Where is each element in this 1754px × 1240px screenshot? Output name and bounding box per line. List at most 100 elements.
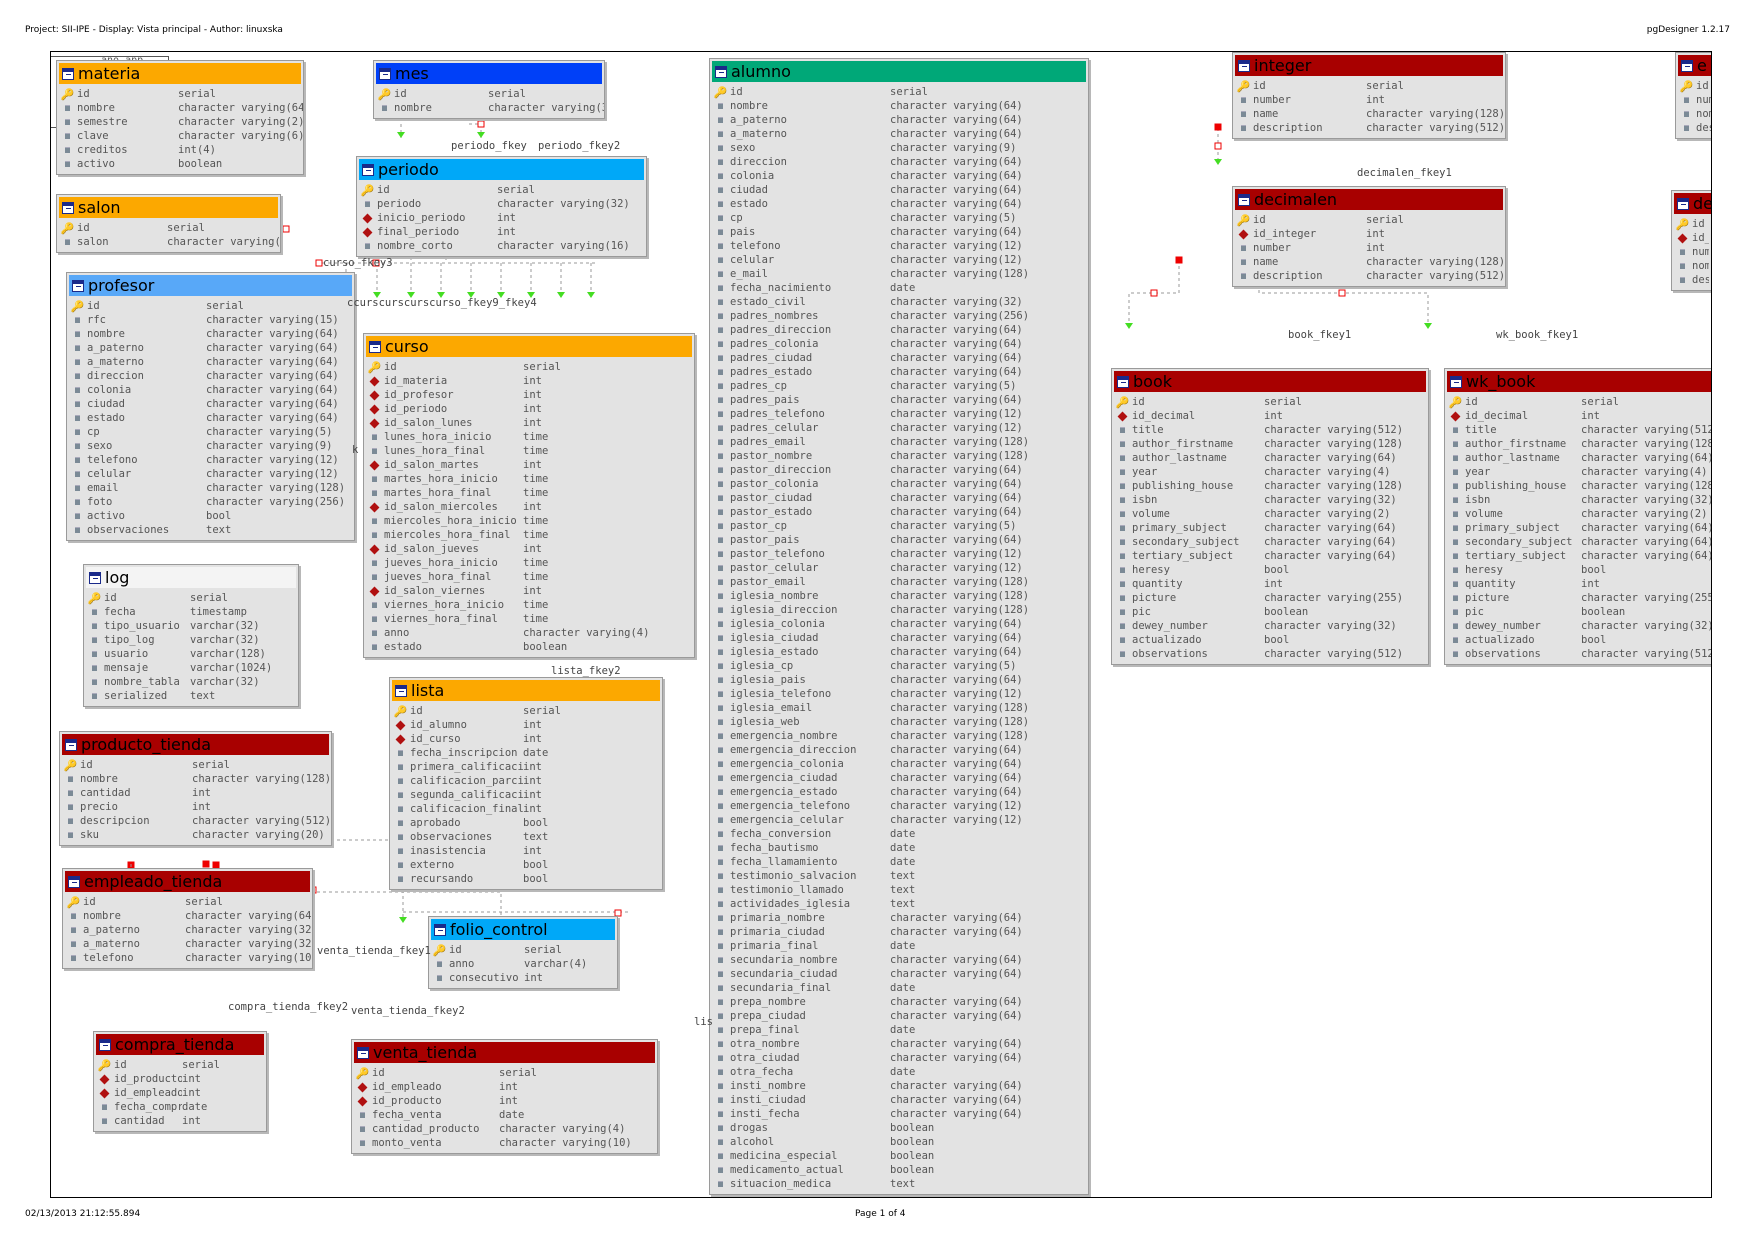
field-row[interactable]: volume character varying(2)	[1445, 507, 1711, 521]
field-row[interactable]: picture character varying(255)	[1445, 591, 1711, 605]
field-row[interactable]: padres_estado character varying(64)	[710, 365, 1088, 379]
field-row[interactable]: ciudad character varying(64)	[710, 183, 1088, 197]
field-row[interactable]: fecha_venta date	[352, 1108, 657, 1122]
field-row[interactable]: emergencia_ciudad character varying(64)	[710, 771, 1088, 785]
field-row[interactable]: tertiary_subject character varying(64)	[1112, 549, 1428, 563]
field-row[interactable]: volume character varying(2)	[1112, 507, 1428, 521]
field-row[interactable]: calificacion_final int	[390, 802, 662, 816]
field-row[interactable]: monto_venta character varying(10)	[352, 1136, 657, 1150]
table-profesor[interactable]: profesor 🔑 id serial rfc character varying(15…	[66, 272, 355, 541]
table-partial-top[interactable]: e🔑idnumnomdes	[1675, 52, 1711, 139]
table-folio-control[interactable]: folio_control 🔑 id serial anno varchar(4) cons…	[428, 916, 618, 989]
table-header[interactable]: e	[1678, 55, 1711, 76]
field-row[interactable]: id_salon_miercoles int	[364, 500, 694, 514]
table-alumno[interactable]: alumno 🔑 id serial nombre character varying(6…	[709, 58, 1089, 1195]
field-row[interactable]: nom	[1676, 107, 1711, 121]
field-row[interactable]: fecha_llamamiento date	[710, 855, 1088, 869]
field-row[interactable]: heresy bool	[1445, 563, 1711, 577]
table-header[interactable]: decimalen	[1235, 189, 1503, 210]
field-row[interactable]: otra_ciudad character varying(64)	[710, 1051, 1088, 1065]
field-row[interactable]: actividades_iglesia text	[710, 897, 1088, 911]
field-row[interactable]: estado_civil character varying(32)	[710, 295, 1088, 309]
field-row[interactable]: 🔑 id	[1672, 217, 1711, 231]
field-row[interactable]: serialized text	[84, 689, 298, 703]
field-row[interactable]: 🔑 id serial	[352, 1066, 657, 1080]
field-row[interactable]: sku character varying(20)	[60, 828, 331, 842]
field-row[interactable]: 🔑 id serial	[94, 1058, 266, 1072]
table-periodo[interactable]: periodo 🔑 id serial periodo character varying…	[356, 156, 647, 257]
table-integer[interactable]: integer 🔑 id serial number int name character v…	[1232, 52, 1506, 139]
field-row[interactable]: number int	[1233, 93, 1505, 107]
field-row[interactable]: martes_hora_final time	[364, 486, 694, 500]
field-row[interactable]: heresy bool	[1112, 563, 1428, 577]
field-row[interactable]: celular character varying(12)	[710, 253, 1088, 267]
table-header[interactable]: materia	[59, 63, 301, 84]
field-row[interactable]: tipo_log varchar(32)	[84, 633, 298, 647]
field-row[interactable]: insti_ciudad character varying(64)	[710, 1093, 1088, 1107]
field-row[interactable]: 🔑 id serial	[1112, 395, 1428, 409]
field-row[interactable]: id_	[1672, 231, 1711, 245]
field-row[interactable]: padres_ciudad character varying(64)	[710, 351, 1088, 365]
field-row[interactable]: miercoles_hora_inicio time	[364, 514, 694, 528]
field-row[interactable]: secondary_subject character varying(64)	[1445, 535, 1711, 549]
field-row[interactable]: nombre character varying(32)	[374, 101, 604, 115]
field-row[interactable]: padres_email character varying(128)	[710, 435, 1088, 449]
field-row[interactable]: 🔑 id serial	[390, 704, 662, 718]
field-row[interactable]: prepa_final date	[710, 1023, 1088, 1037]
field-row[interactable]: e_mail character varying(128)	[710, 267, 1088, 281]
field-row[interactable]: emergencia_nombre character varying(128)	[710, 729, 1088, 743]
field-row[interactable]: iglesia_estado character varying(64)	[710, 645, 1088, 659]
field-row[interactable]: viernes_hora_final time	[364, 612, 694, 626]
field-row[interactable]: 🔑 id serial	[57, 87, 303, 101]
field-row[interactable]: colonia character varying(64)	[710, 169, 1088, 183]
field-row[interactable]: estado boolean	[364, 640, 694, 654]
diagram-canvas[interactable]: ano_app materia🔑idserialnombrecharacter …	[50, 51, 1712, 1198]
field-row[interactable]: insti_nombre character varying(64)	[710, 1079, 1088, 1093]
table-header[interactable]: log	[86, 567, 296, 588]
field-row[interactable]: isbn character varying(32)	[1445, 493, 1711, 507]
field-row[interactable]: email character varying(128)	[67, 481, 354, 495]
field-row[interactable]: 🔑 id serial	[1233, 79, 1505, 93]
field-row[interactable]: nombre character varying(64)	[63, 909, 312, 923]
table-mes[interactable]: mes🔑id serial nombre character varying(32)	[373, 60, 605, 119]
field-row[interactable]: 🔑 id serial	[60, 758, 331, 772]
field-row[interactable]: testimonio_llamado text	[710, 883, 1088, 897]
field-row[interactable]: periodo character varying(32)	[357, 197, 646, 211]
field-row[interactable]: medicamento_actual boolean	[710, 1163, 1088, 1177]
field-row[interactable]: pastor_telefono character varying(12)	[710, 547, 1088, 561]
field-row[interactable]: quantity int	[1112, 577, 1428, 591]
field-row[interactable]: pastor_colonia character varying(64)	[710, 477, 1088, 491]
field-row[interactable]: nombre_tabla varchar(32)	[84, 675, 298, 689]
field-row[interactable]: pastor_email character varying(128)	[710, 575, 1088, 589]
field-row[interactable]: name character varying(128)	[1233, 255, 1505, 269]
field-row[interactable]: colonia character varying(64)	[67, 383, 354, 397]
field-row[interactable]: descripcion character varying(512)	[60, 814, 331, 828]
field-row[interactable]: iglesia_ciudad character varying(64)	[710, 631, 1088, 645]
field-row[interactable]: id_alumno int	[390, 718, 662, 732]
field-row[interactable]: 🔑 id serial	[1445, 395, 1711, 409]
field-row[interactable]: padres_direccion character varying(64)	[710, 323, 1088, 337]
field-row[interactable]: activo bool	[67, 509, 354, 523]
field-row[interactable]: iglesia_pais character varying(64)	[710, 673, 1088, 687]
table-salon[interactable]: salon🔑id serial salon character varying(64)	[56, 194, 281, 253]
field-row[interactable]: pastor_direccion character varying(64)	[710, 463, 1088, 477]
field-row[interactable]: num	[1672, 245, 1711, 259]
field-row[interactable]: telefono character varying(10)	[63, 951, 312, 965]
field-row[interactable]: consecutivo int	[429, 971, 617, 985]
field-row[interactable]: semestre character varying(2)	[57, 115, 303, 129]
field-row[interactable]: nombre character varying(64)	[67, 327, 354, 341]
field-row[interactable]: id_empleado int	[94, 1086, 266, 1100]
field-row[interactable]: primary_subject character varying(64)	[1112, 521, 1428, 535]
field-row[interactable]: padres_nombres character varying(256)	[710, 309, 1088, 323]
field-row[interactable]: 🔑 id serial	[357, 183, 646, 197]
field-row[interactable]: padres_telefono character varying(12)	[710, 407, 1088, 421]
field-row[interactable]: secundaria_ciudad character varying(64)	[710, 967, 1088, 981]
table-header[interactable]: mes	[376, 63, 602, 84]
field-row[interactable]: situacion_medica text	[710, 1177, 1088, 1191]
field-row[interactable]: iglesia_direccion character varying(128)	[710, 603, 1088, 617]
field-row[interactable]: cantidad int	[94, 1114, 266, 1128]
field-row[interactable]: observations character varying(512)	[1445, 647, 1711, 661]
table-header[interactable]: lista	[392, 680, 660, 701]
field-row[interactable]: creditos int(4)	[57, 143, 303, 157]
field-row[interactable]: direccion character varying(64)	[710, 155, 1088, 169]
